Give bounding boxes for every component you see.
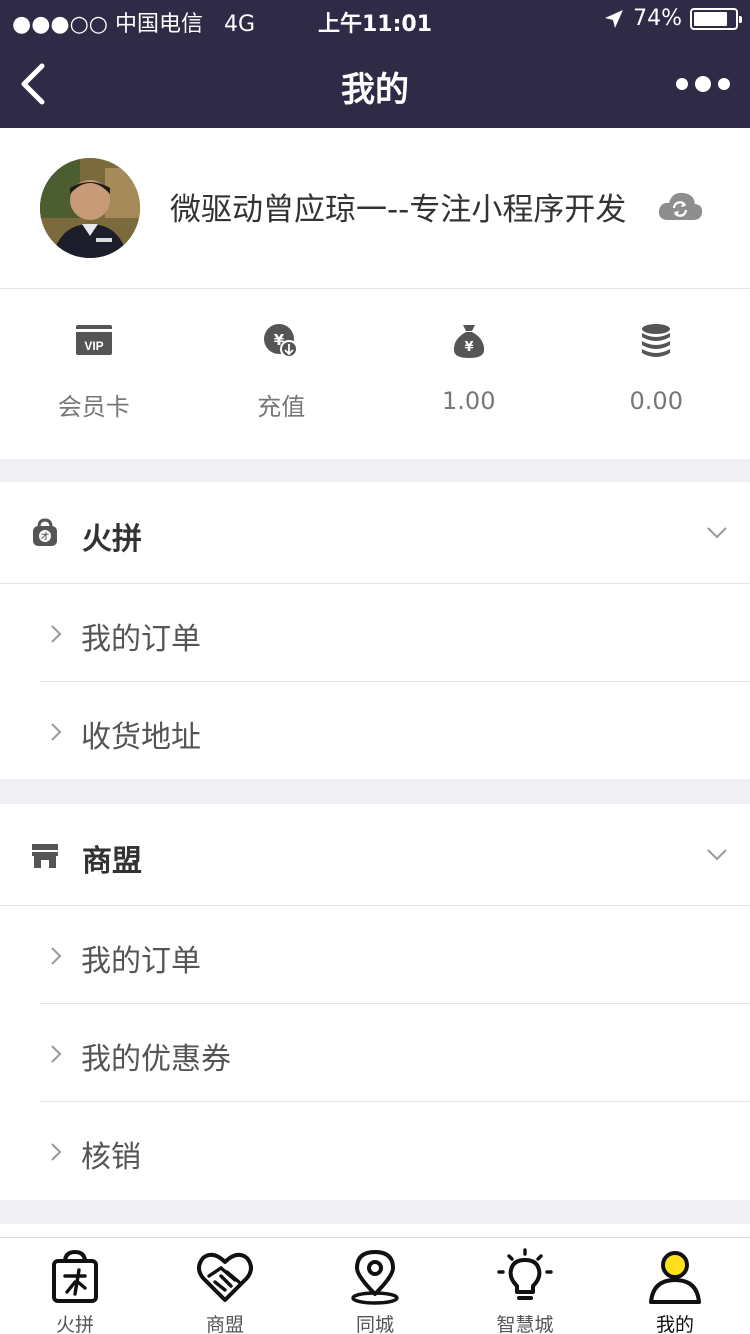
list-item-label: 我的优惠券 <box>81 1042 231 1077</box>
tab-label: 我的 <box>655 1314 694 1334</box>
tab-label: 商盟 <box>205 1314 244 1334</box>
status-right: 74% <box>603 6 742 31</box>
store-icon <box>32 844 58 868</box>
more-dot-icon <box>695 76 711 92</box>
more-menu-button[interactable] <box>676 66 730 102</box>
vip-card-icon: VIP <box>75 325 112 355</box>
tab-wode[interactable]: 我的 <box>600 1238 750 1334</box>
list-item-label: 我的订单 <box>81 622 201 657</box>
list-item-label: 收货地址 <box>81 720 201 755</box>
section-header[interactable]: 商盟 <box>0 804 750 906</box>
carrier-label: ●●●○○ 中国电信 <box>12 12 203 37</box>
tab-bar: 火拼 商盟 同城 智慧城 我的 <box>0 1237 750 1334</box>
profile-card[interactable]: 微驱动曾应琼一--专注小程序开发 <box>0 128 750 289</box>
more-dot-icon <box>718 78 730 90</box>
stat-label: 会员卡 <box>57 393 130 421</box>
stat-value: 1.00 <box>442 387 496 415</box>
nickname: 微驱动曾应琼一--专注小程序开发 <box>170 192 627 228</box>
tab-zhihuicheng[interactable]: 智慧城 <box>450 1238 600 1334</box>
header: ●●●○○ 中国电信 4G 上午11:01 74% 我的 <box>0 0 750 128</box>
tab-shangmeng[interactable]: 商盟 <box>150 1238 300 1334</box>
carrier-info: ●●●○○ 中国电信 4G <box>12 6 255 38</box>
lightbulb-icon <box>497 1248 553 1300</box>
section-huopin: 才 火拼 我的订单 收货地址 <box>0 482 750 779</box>
section-title: 火拼 <box>82 522 142 557</box>
coins-icon <box>642 324 671 357</box>
chevron-right-icon <box>51 1143 62 1161</box>
section-title: 商盟 <box>82 844 142 879</box>
tab-tongcheng[interactable]: 同城 <box>300 1238 450 1334</box>
navbar: 我的 <box>0 40 750 128</box>
user-icon <box>649 1251 701 1304</box>
tab-label: 火拼 <box>55 1314 94 1334</box>
network-label: 4G <box>223 12 256 37</box>
tab-label: 同城 <box>355 1314 394 1334</box>
svg-text:才: 才 <box>40 531 49 541</box>
chevron-right-icon <box>51 947 62 965</box>
tab-label: 智慧城 <box>496 1314 554 1334</box>
section-shangmeng: 商盟 我的订单 我的优惠券 核销 <box>0 804 750 1200</box>
cloud-sync-icon[interactable] <box>656 188 704 224</box>
chevron-down-icon[interactable] <box>706 848 728 862</box>
location-arrow-icon <box>605 9 624 28</box>
list-item-my-orders[interactable]: 我的订单 <box>40 584 750 682</box>
group-buy-bag-icon: 才 <box>33 518 57 546</box>
chevron-down-icon[interactable] <box>706 526 728 540</box>
section-header[interactable]: 才 火拼 <box>0 482 750 584</box>
list-item-my-orders[interactable]: 我的订单 <box>40 906 750 1004</box>
battery-icon <box>690 7 742 30</box>
chevron-right-icon <box>51 1045 62 1063</box>
stat-vip-card[interactable]: VIP 会员卡 <box>0 289 188 459</box>
list-item-shipping-address[interactable]: 收货地址 <box>40 682 750 780</box>
more-dot-icon <box>676 78 688 90</box>
recharge-icon: ¥ <box>264 324 299 358</box>
money-bag-icon: ¥ <box>453 325 484 358</box>
stat-recharge[interactable]: ¥ 充值 <box>188 289 376 459</box>
stat-value: 0.00 <box>629 387 683 415</box>
section-next-partial <box>0 1224 750 1237</box>
list-item-label: 我的订单 <box>81 944 201 979</box>
stat-balance[interactable]: ¥ 1.00 <box>375 289 563 459</box>
page-title: 我的 <box>341 70 409 110</box>
handshake-heart-icon <box>197 1252 253 1302</box>
battery-percent: 74% <box>633 6 682 31</box>
chevron-right-icon <box>51 723 62 741</box>
status-bar: ●●●○○ 中国电信 4G 上午11:01 74% <box>0 0 750 40</box>
tab-huopin[interactable]: 火拼 <box>0 1238 150 1334</box>
chevron-right-icon <box>51 625 62 643</box>
stat-label: 充值 <box>257 393 306 421</box>
shopping-bag-icon <box>52 1249 98 1303</box>
list-item-verification[interactable]: 核销 <box>40 1102 750 1200</box>
svg-text:¥: ¥ <box>464 340 473 355</box>
stats-row: VIP 会员卡 ¥ 充值 ¥ 1.00 0.00 <box>0 289 750 459</box>
location-pin-icon <box>351 1250 399 1305</box>
svg-text:VIP: VIP <box>84 339 103 353</box>
stat-coins[interactable]: 0.00 <box>563 289 750 459</box>
list-item-my-coupons[interactable]: 我的优惠券 <box>40 1004 750 1102</box>
list-item-label: 核销 <box>81 1140 141 1175</box>
avatar[interactable] <box>40 158 140 258</box>
